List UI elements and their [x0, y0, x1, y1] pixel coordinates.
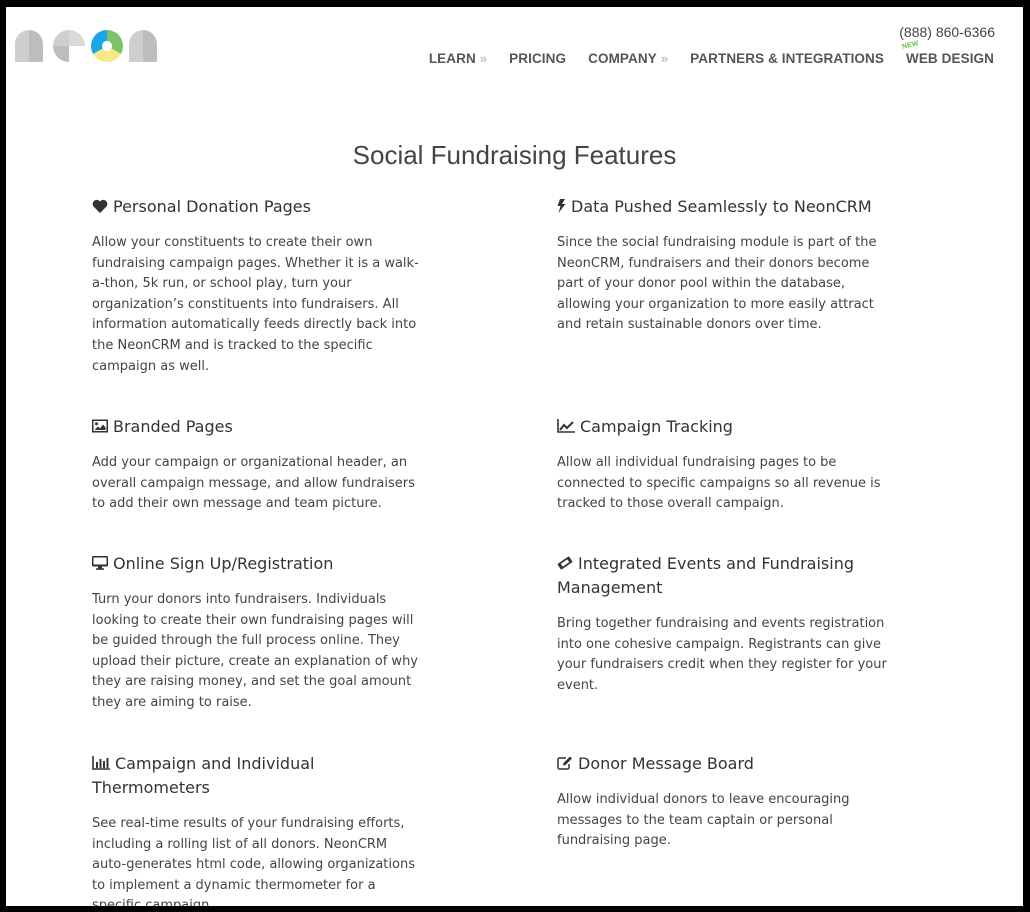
feature-item: Integrated Events and Fundraising Manage… — [557, 552, 887, 696]
feature-item: Campaign and Individual Thermometers See… — [92, 752, 422, 906]
feature-title: Donor Message Board — [557, 752, 887, 776]
page-title: Social Fundraising Features — [352, 140, 677, 171]
feature-item: Personal Donation Pages Allow your const… — [92, 195, 422, 377]
feature-title-text: Integrated Events and Fundraising Manage… — [557, 554, 854, 597]
neon-logo[interactable] — [15, 30, 157, 62]
feature-title: Personal Donation Pages — [92, 195, 422, 219]
feature-title-text: Branded Pages — [113, 417, 233, 436]
feature-title-text: Donor Message Board — [578, 754, 754, 773]
nav-company-label: COMPANY — [588, 51, 657, 66]
nav-pricing-label: PRICING — [509, 51, 567, 66]
feature-item: Campaign Tracking Allow all individual f… — [557, 415, 887, 515]
phone-number[interactable]: (888) 860-6366 — [899, 24, 995, 40]
page: (888) 860-6366 LEARN» PRICING COMPANY» P… — [6, 7, 1023, 906]
feature-title-text: Online Sign Up/Registration — [113, 554, 334, 573]
edit-icon — [557, 756, 572, 770]
feature-description: Allow all individual fundraising pages t… — [557, 455, 881, 512]
ticket-icon — [557, 556, 573, 570]
nav-pricing[interactable]: PRICING — [509, 51, 566, 66]
nav-web-design[interactable]: NEW WEB DESIGN — [901, 40, 994, 66]
new-badge: NEW — [901, 40, 920, 51]
chevron-right-icon: » — [479, 51, 488, 66]
nav-partners-integrations[interactable]: PARTNERS & INTEGRATIONS — [690, 51, 884, 66]
feature-title: Data Pushed Seamlessly to NeonCRM — [557, 195, 887, 219]
bar-chart-icon — [92, 756, 110, 770]
feature-title: Campaign and Individual Thermometers — [92, 752, 422, 800]
feature-title-text: Campaign Tracking — [580, 417, 733, 436]
feature-title-text: Personal Donation Pages — [113, 197, 311, 216]
desktop-icon — [92, 556, 108, 570]
feature-title: Branded Pages — [92, 415, 422, 439]
nav-learn-label: LEARN — [428, 51, 476, 66]
feature-item: Data Pushed Seamlessly to NeonCRM Since … — [557, 195, 887, 336]
nav-company[interactable]: COMPANY» — [588, 51, 668, 66]
feature-description: Bring together fundraising and events re… — [557, 616, 887, 693]
feature-item: Donor Message Board Allow individual don… — [557, 752, 887, 852]
chevron-right-icon: » — [660, 51, 669, 66]
picture-icon — [92, 419, 108, 433]
line-chart-icon — [557, 419, 575, 433]
bolt-icon — [557, 199, 566, 213]
feature-description: Allow your constituents to create their … — [92, 235, 419, 374]
feature-item: Branded Pages Add your campaign or organ… — [92, 415, 422, 515]
heart-icon — [92, 199, 108, 213]
feature-description: Allow individual donors to leave encoura… — [557, 792, 850, 849]
nav-web-design-label: WEB DESIGN — [905, 51, 994, 66]
feature-title: Online Sign Up/Registration — [92, 552, 422, 576]
feature-title: Campaign Tracking — [557, 415, 887, 439]
feature-description: Turn your donors into fundraisers. Indiv… — [92, 592, 418, 710]
main-nav: LEARN» PRICING COMPANY» PARTNERS & INTEG… — [407, 40, 994, 66]
feature-description: See real-time results of your fundraisin… — [92, 816, 415, 906]
nav-partners-label: PARTNERS & INTEGRATIONS — [690, 51, 884, 66]
feature-description: Since the social fundraising module is p… — [557, 235, 877, 333]
nav-learn[interactable]: LEARN» — [429, 51, 487, 66]
feature-title-text: Data Pushed Seamlessly to NeonCRM — [571, 197, 872, 216]
feature-description: Add your campaign or organizational head… — [92, 455, 415, 512]
feature-title: Integrated Events and Fundraising Manage… — [557, 552, 887, 600]
feature-item: Online Sign Up/Registration Turn your do… — [92, 552, 422, 714]
feature-title-text: Campaign and Individual Thermometers — [92, 754, 315, 797]
